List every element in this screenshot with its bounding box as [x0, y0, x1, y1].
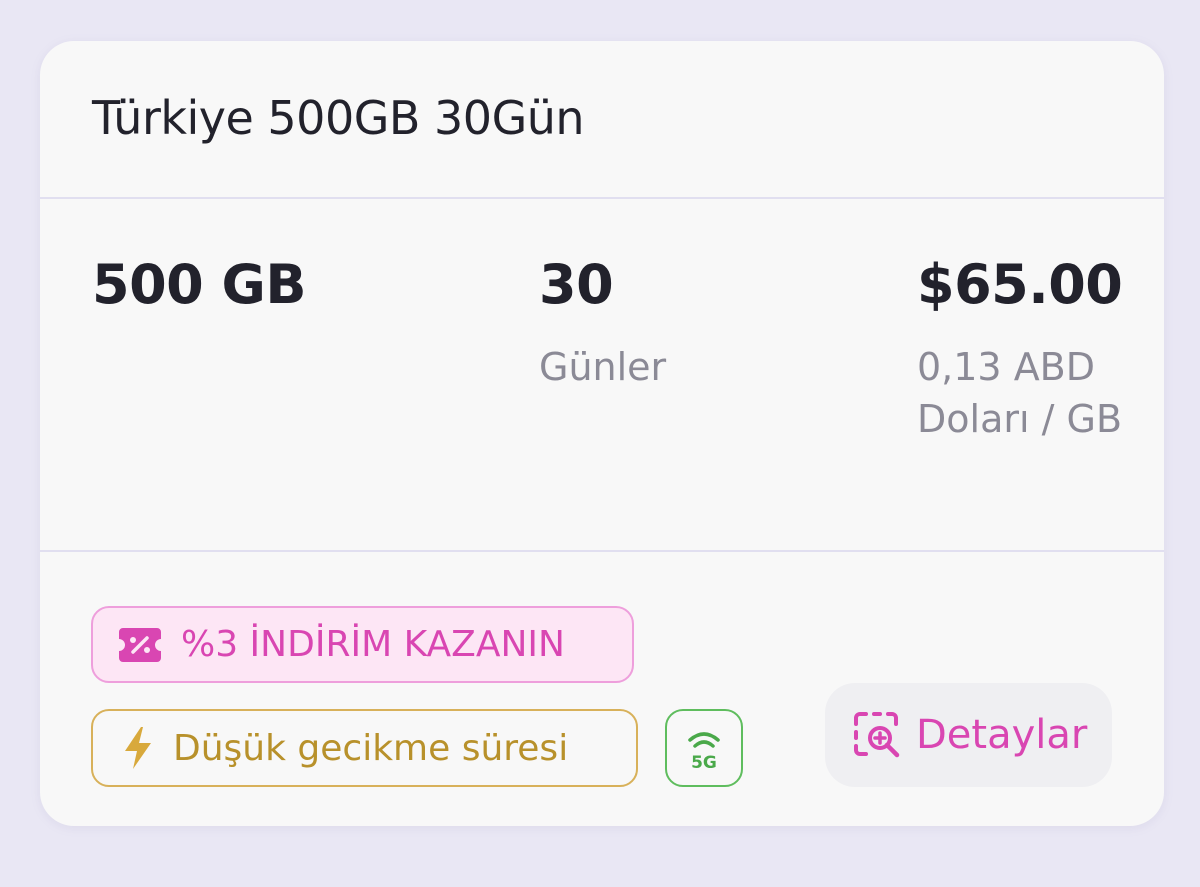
- signal-5g-icon: 5G: [688, 732, 720, 770]
- zoom-in-icon: [852, 710, 902, 760]
- details-label: Detaylar: [916, 712, 1088, 758]
- lightning-icon: [121, 725, 155, 771]
- latency-label: Düşük gecikme süresi: [173, 727, 569, 769]
- plan-title: Türkiye 500GB 30Gün: [92, 91, 585, 145]
- plan-card: Türkiye 500GB 30Gün 500 GB 30 Günler $65…: [40, 41, 1164, 826]
- discount-label: %3 İNDİRİM KAZANIN: [181, 624, 565, 665]
- divider: [40, 550, 1164, 552]
- duration-label: Günler: [539, 345, 667, 389]
- divider: [40, 197, 1164, 199]
- duration-value: 30: [539, 253, 614, 316]
- network-label: 5G: [691, 753, 717, 770]
- discount-ticket-icon: [117, 626, 163, 664]
- network-5g-badge: 5G: [665, 709, 743, 787]
- latency-badge: Düşük gecikme süresi: [91, 709, 638, 787]
- price-per-gb: 0,13 ABD Doları / GB: [917, 345, 1123, 441]
- details-button[interactable]: Detaylar: [825, 683, 1112, 787]
- price: $65.00: [917, 253, 1123, 316]
- discount-badge: %3 İNDİRİM KAZANIN: [91, 606, 634, 683]
- data-amount: 500 GB: [92, 253, 307, 316]
